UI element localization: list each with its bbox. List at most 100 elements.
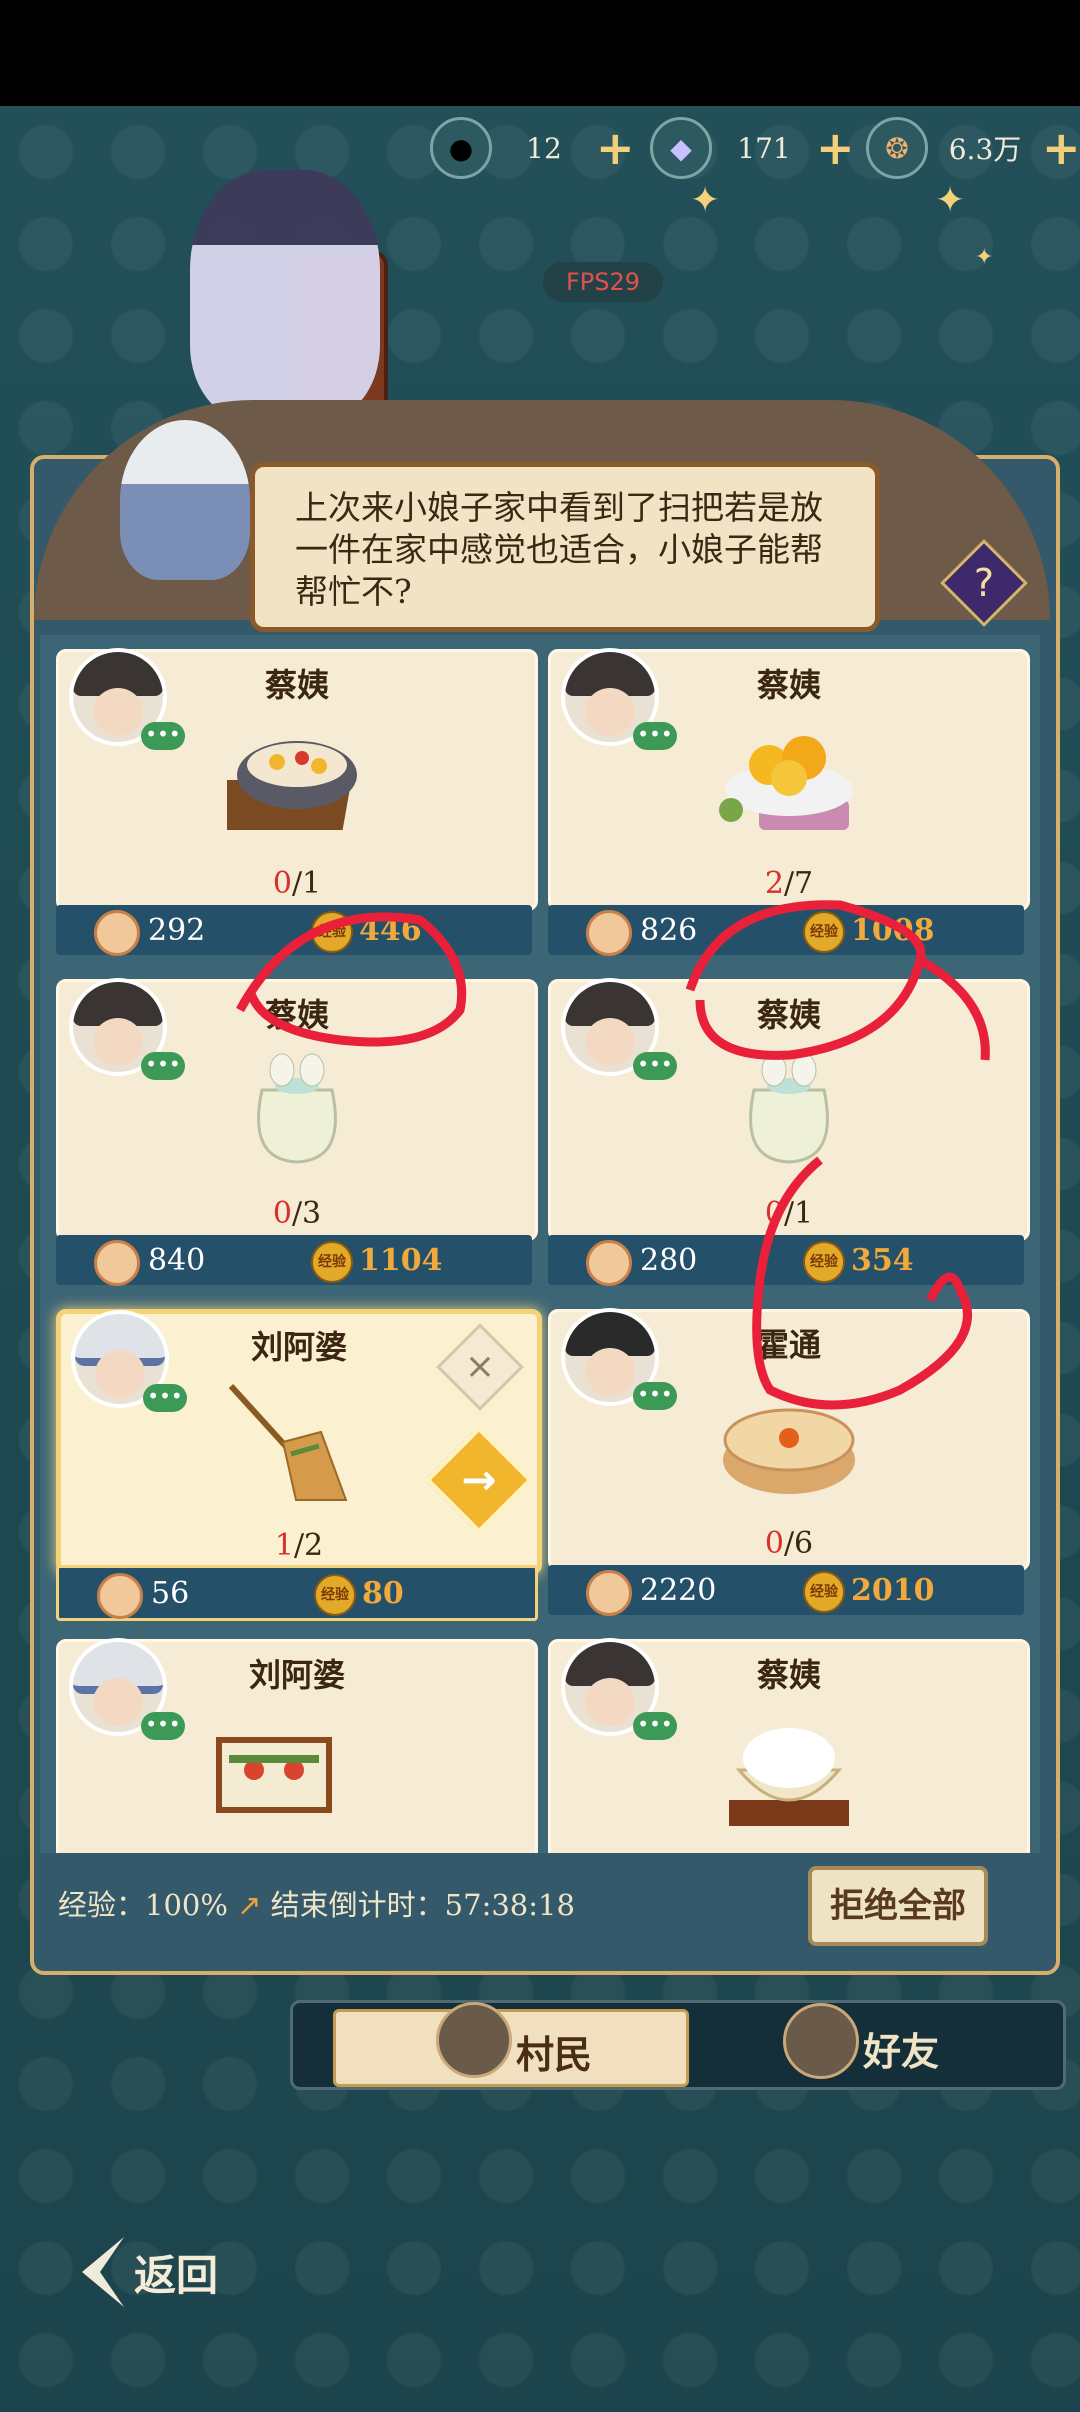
copper-coin-icon — [586, 1570, 632, 1616]
fps-counter: FPS29 — [543, 262, 663, 302]
exp-icon: 经验 — [311, 911, 353, 953]
exp-icon: 经验 — [803, 1571, 845, 1613]
tab-villagers[interactable]: 村民 — [333, 2002, 689, 2087]
exp-reward: 1104 — [359, 1243, 443, 1278]
currency-coin: ❂ 6.3万 + — [866, 117, 1080, 179]
countdown: 结束倒计时：57:38:18 — [270, 1888, 575, 1922]
coin-reward: 2220 — [640, 1573, 717, 1608]
reward-bar: 2220 经验 2010 — [548, 1565, 1024, 1616]
progress: 1/2 — [274, 1528, 324, 1563]
back-button[interactable]: 返回 — [64, 2232, 218, 2312]
chat-icon: ••• — [141, 722, 185, 750]
dialogue-bubble: 上次来小娘子家中看到了扫把若是放一件在家中感觉也适合，小娘子能帮帮忙不? — [250, 462, 880, 632]
broom-icon — [228, 1383, 348, 1501]
exp-reward: 446 — [359, 913, 422, 948]
reward-bar: 840 经验 1104 — [56, 1235, 532, 1286]
chat-icon: ••• — [633, 722, 677, 750]
back-label: 返回 — [134, 2250, 219, 2300]
exp-icon: 经验 — [314, 1574, 356, 1616]
chat-icon: ••• — [633, 1382, 677, 1410]
exp-reward: 80 — [362, 1576, 404, 1611]
copper-coin-icon — [97, 1573, 143, 1619]
copper-coin-icon — [94, 1240, 140, 1286]
coin-reward: 292 — [148, 913, 206, 948]
copper-coin-icon — [94, 910, 140, 956]
close-icon: × — [464, 1346, 496, 1387]
sparkle-icon: ✦ — [690, 180, 721, 221]
dialogue-text: 上次来小娘子家中看到了扫把若是放一件在家中感觉也适合，小娘子能帮帮忙不? — [295, 488, 823, 611]
reward-bar: 280 经验 354 — [548, 1235, 1024, 1286]
tab-bar: 村民 好友 — [290, 2000, 1066, 2090]
help-icon: ? — [973, 561, 995, 605]
request-card[interactable]: 刘阿婆 ••• — [56, 1638, 538, 1853]
status-bar — [0, 0, 1080, 106]
progress: 0/1 — [272, 866, 322, 901]
sparkle-icon: ✦ — [975, 245, 994, 270]
round-cake-icon — [723, 1408, 855, 1494]
villager-icon — [436, 2002, 512, 2078]
request-card[interactable]: 蔡姨 ••• 0/1 — [548, 978, 1030, 1241]
request-grid[interactable]: 蔡姨 ••• 0/1 292 经验 446 蔡姨 ••• 2/7 826 经验 — [40, 635, 1040, 1853]
chat-icon: ••• — [143, 1384, 187, 1412]
chat-icon: ••• — [633, 1052, 677, 1080]
rice-bowl-icon — [729, 1728, 849, 1826]
request-card[interactable]: 蔡姨 ••• 0/3 — [56, 978, 538, 1241]
back-arrow-icon — [82, 2237, 124, 2307]
currency-value: 12 — [526, 131, 562, 165]
seated-lady-character[interactable] — [190, 170, 380, 420]
add-bun-button[interactable]: + — [596, 125, 635, 171]
exp-icon: 经验 — [803, 1241, 845, 1283]
currency-bun: ● 12 + — [430, 117, 635, 179]
progress: 0/1 — [764, 1196, 814, 1231]
exp-icon: 经验 — [311, 1241, 353, 1283]
chat-icon: ••• — [633, 1712, 677, 1740]
wooden-chair-icon — [216, 1737, 332, 1813]
coin-reward: 280 — [640, 1243, 698, 1278]
copper-coin-icon — [586, 1240, 632, 1286]
arrow-right-icon: → — [461, 1455, 497, 1504]
currency-value: 6.3万 — [948, 133, 1022, 166]
progress: 0/3 — [272, 1196, 322, 1231]
submit-request-button[interactable]: → — [425, 1426, 533, 1534]
crystal-icon: ◆ — [650, 117, 712, 179]
request-card-selected[interactable]: 刘阿婆 ••• × → 1/2 — [56, 1309, 542, 1575]
request-card[interactable]: 霍通 ••• 0/6 — [548, 1308, 1030, 1571]
cloth-bag-icon — [257, 1053, 337, 1164]
chat-icon: ••• — [141, 1052, 185, 1080]
soup-bowl-icon — [227, 741, 357, 830]
copper-coin-icon: ❂ — [866, 117, 928, 179]
exp-reward: 1008 — [851, 913, 935, 948]
flower-plate-icon — [719, 736, 853, 830]
tab-label: 好友 — [863, 2029, 940, 2074]
exp-icon: 经验 — [803, 911, 845, 953]
coin-reward: 840 — [148, 1243, 206, 1278]
copper-coin-icon — [586, 910, 632, 956]
friends-icon — [783, 2003, 859, 2079]
add-crystal-button[interactable]: + — [816, 125, 855, 171]
coin-reward: 826 — [640, 913, 698, 948]
progress: 0/6 — [764, 1526, 814, 1561]
exp-reward: 2010 — [851, 1573, 935, 1608]
grandma-character — [120, 420, 250, 580]
request-card[interactable]: 蔡姨 ••• 2/7 — [548, 648, 1030, 911]
exp-bonus: 经验：100% — [58, 1888, 228, 1922]
progress: 2/7 — [764, 866, 814, 901]
currency-value: 171 — [737, 131, 791, 165]
reward-bar: 292 经验 446 — [56, 905, 532, 956]
sparkle-icon: ✦ — [935, 180, 966, 221]
chat-icon: ••• — [141, 1712, 185, 1740]
tab-friends[interactable]: 好友 — [733, 2003, 1033, 2087]
add-coin-button[interactable]: + — [1042, 125, 1080, 171]
reward-bar: 826 经验 1008 — [548, 905, 1024, 956]
currency-crystal: ◆ 171 + — [650, 117, 855, 179]
reward-bar: 56 经验 80 — [56, 1565, 538, 1621]
arrow-up-icon: ↗ — [237, 1888, 262, 1922]
request-card[interactable]: 蔡姨 ••• — [548, 1638, 1030, 1853]
exp-reward: 354 — [851, 1243, 914, 1278]
coin-reward: 56 — [151, 1576, 190, 1611]
tab-label: 村民 — [516, 2032, 593, 2077]
reject-all-button[interactable]: 拒绝全部 — [808, 1866, 988, 1946]
steamed-bun-icon: ● — [430, 117, 492, 179]
cloth-bag-icon — [749, 1053, 829, 1164]
request-card[interactable]: 蔡姨 ••• 0/1 — [56, 648, 538, 911]
